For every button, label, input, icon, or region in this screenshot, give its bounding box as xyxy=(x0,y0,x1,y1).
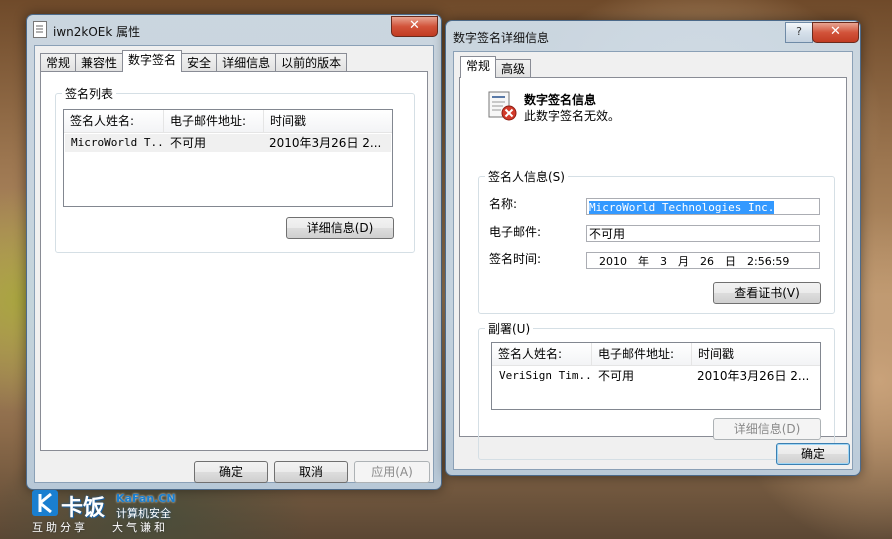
signature-list[interactable]: 签名人姓名: 电子邮件地址: 时间戳 MicroWorld T... 不可用 2… xyxy=(63,109,393,207)
tab-security[interactable]: 安全 xyxy=(181,53,218,72)
signature-details-button[interactable]: 详细信息(D) xyxy=(286,217,394,239)
invalid-certificate-icon xyxy=(486,90,518,122)
signer-info-label: 签名人信息(S) xyxy=(485,168,568,185)
apply-button[interactable]: 应用(A) xyxy=(354,461,430,483)
details-client: 常规 高级 数字签名信息 此数字签名无效。 签名人信息(S) 名称: Micro… xyxy=(453,51,853,470)
table-row[interactable]: VeriSign Tim... 不可用 2010年3月26日 2... xyxy=(493,367,819,385)
timestamp-cell: 2010年3月26日 2... xyxy=(269,136,382,150)
help-button[interactable]: ? xyxy=(785,22,813,43)
kafan-site: KaFan.CN xyxy=(116,492,176,505)
properties-tabs: 常规 兼容性 数字签名 安全 详细信息 以前的版本 xyxy=(40,50,348,72)
details-tab-panel: 数字签名信息 此数字签名无效。 签名人信息(S) 名称: MicroWorld … xyxy=(459,77,847,460)
ok-button[interactable]: 确定 xyxy=(194,461,268,483)
details-tabs: 常规 高级 xyxy=(460,56,532,78)
column-timestamp[interactable]: 时间戳 xyxy=(264,110,386,132)
properties-titlebar[interactable]: iwn2kOEk 属性 ✕ xyxy=(27,15,441,45)
countersignature-list-header: 签名人姓名: 电子邮件地址: 时间戳 xyxy=(492,343,820,366)
column-signer-name[interactable]: 签名人姓名: xyxy=(492,343,592,365)
signature-list-header: 签名人姓名: 电子邮件地址: 时间戳 xyxy=(64,110,392,133)
details-titlebar[interactable]: 数字签名详细信息 ? ✕ xyxy=(446,21,860,51)
kafan-slogan-share: 互助分享 xyxy=(32,521,88,534)
properties-window: iwn2kOEk 属性 ✕ 常规 兼容性 数字签名 安全 详细信息 以前的版本 … xyxy=(26,14,442,490)
signer-name-cell: VeriSign Tim... xyxy=(499,369,592,382)
tab-compatibility[interactable]: 兼容性 xyxy=(75,53,124,72)
signature-status-text: 此数字签名无效。 xyxy=(524,109,621,123)
name-field[interactable]: MicroWorld Technologies Inc. xyxy=(586,198,820,215)
tab-advanced[interactable]: 高级 xyxy=(495,59,532,78)
column-timestamp[interactable]: 时间戳 xyxy=(692,343,814,365)
tab-general[interactable]: 常规 xyxy=(40,53,77,72)
properties-client: 常规 兼容性 数字签名 安全 详细信息 以前的版本 签名列表 签名人姓名: 电子… xyxy=(34,45,434,483)
name-label: 名称: xyxy=(489,197,518,211)
table-row[interactable]: MicroWorld T... 不可用 2010年3月26日 2... xyxy=(65,134,391,152)
details-title: 数字签名详细信息 xyxy=(453,31,550,45)
email-label: 电子邮件: xyxy=(489,225,542,239)
timestamp-cell: 2010年3月26日 2... xyxy=(697,369,810,383)
countersignature-details-button[interactable]: 详细信息(D) xyxy=(713,418,821,440)
signer-name-cell: MicroWorld T... xyxy=(71,136,164,149)
column-email[interactable]: 电子邮件地址: xyxy=(592,343,692,365)
kafan-k-icon xyxy=(32,490,58,516)
signature-list-label: 签名列表 xyxy=(62,85,117,102)
view-certificate-button[interactable]: 查看证书(V) xyxy=(713,282,821,304)
email-field[interactable]: 不可用 xyxy=(586,225,820,242)
tab-details[interactable]: 详细信息 xyxy=(216,53,277,72)
countersignature-label: 副署(U) xyxy=(485,320,534,337)
tab-digital-signatures[interactable]: 数字签名 xyxy=(122,50,183,72)
signing-time-label: 签名时间: xyxy=(489,252,542,266)
signature-info-title: 数字签名信息 xyxy=(524,93,597,107)
properties-close-button[interactable]: ✕ xyxy=(391,16,438,37)
kafan-watermark: 卡饭 KaFan.CN 计算机安全 互助分享 大气谦和 xyxy=(30,490,190,536)
kafan-brand: 卡饭 xyxy=(61,496,106,521)
properties-title: iwn2kOEk 属性 xyxy=(53,25,141,39)
email-cell: 不可用 xyxy=(170,136,207,150)
kafan-slogan-harmony: 大气谦和 xyxy=(112,521,168,534)
name-value: MicroWorld Technologies Inc. xyxy=(589,201,775,214)
cancel-button[interactable]: 取消 xyxy=(274,461,348,483)
column-email[interactable]: 电子邮件地址: xyxy=(164,110,264,132)
countersignature-list[interactable]: 签名人姓名: 电子邮件地址: 时间戳 VeriSign Tim... 不可用 2… xyxy=(491,342,821,410)
column-signer-name[interactable]: 签名人姓名: xyxy=(64,110,164,132)
tab-details-general[interactable]: 常规 xyxy=(460,56,497,78)
details-close-button[interactable]: ✕ xyxy=(812,22,859,43)
properties-tab-panel: 签名列表 签名人姓名: 电子邮件地址: 时间戳 MicroWorld T... … xyxy=(40,71,428,451)
signing-time-field[interactable]: 2010 年 3 月 26 日 2:56:59 xyxy=(586,252,820,269)
tab-previous-versions[interactable]: 以前的版本 xyxy=(275,53,348,72)
email-cell: 不可用 xyxy=(598,369,635,383)
signature-details-window: 数字签名详细信息 ? ✕ 常规 高级 数字签名信息 此数字签名无效。 签名人信息… xyxy=(445,20,861,476)
document-icon xyxy=(33,21,47,38)
details-ok-button[interactable]: 确定 xyxy=(776,443,850,465)
